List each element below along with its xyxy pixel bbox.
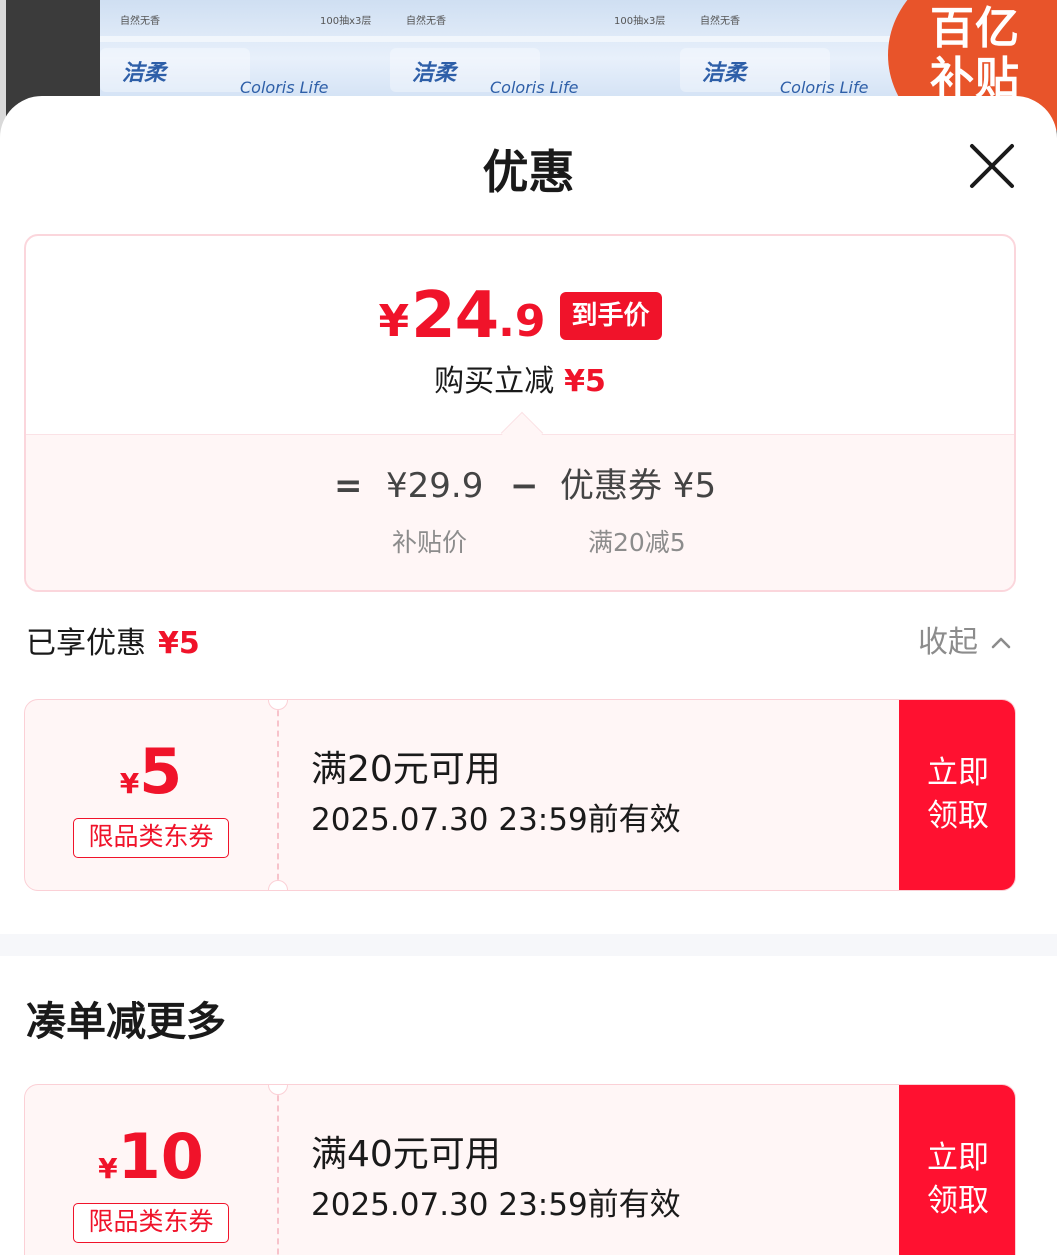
coupon-value-area: ¥5 限品类东券	[25, 700, 277, 890]
enjoyed-label: 已享优惠	[26, 626, 146, 661]
collapse-toggle[interactable]: 收起	[918, 622, 1014, 664]
brand-logo-text: 洁柔	[122, 61, 167, 86]
coupon-amount: ¥5	[25, 740, 277, 804]
coupon-dashed-divider	[277, 700, 279, 890]
sheet-title: 优惠	[482, 145, 575, 199]
equals-sign: =	[334, 466, 363, 506]
brand-sub-text: Coloris Life	[490, 78, 579, 97]
claim-label-line2: 领取	[927, 1183, 989, 1219]
coupon-currency: ¥	[98, 1152, 118, 1185]
section-title-more-discounts: 凑单减更多	[26, 999, 226, 1045]
pack-info-text: 100抽x3层	[614, 16, 666, 27]
coupon-condition-label: 满20减5	[588, 528, 686, 557]
brand-logo-text: 洁柔	[412, 61, 457, 86]
coupon-card: ¥5 限品类东券 满20元可用 2025.07.30 23:59前有效 立即领取	[24, 699, 1016, 891]
price-formula: = ¥29.9 − 优惠券 ¥5	[26, 464, 1014, 508]
coupon-value-area: ¥10 限品类东券	[25, 1085, 277, 1255]
pack-brand-text: 自然无香	[120, 16, 160, 27]
coupon-category-tag: 限品类东券	[73, 818, 229, 858]
reduce-amount: ¥5	[564, 364, 606, 399]
coupon-amount: ¥10	[25, 1125, 277, 1189]
coupon-card: ¥10 限品类东券 满40元可用 2025.07.30 23:59前有效 立即领…	[24, 1084, 1016, 1255]
chevron-up-icon	[991, 637, 1011, 649]
pack-brand-text: 自然无香	[406, 16, 446, 27]
coupon-discount: 优惠券 ¥5	[560, 466, 717, 506]
coupon-condition: 满40元可用	[311, 1134, 501, 1175]
base-price: ¥29.9	[386, 466, 484, 506]
brand-sub-text: Coloris Life	[780, 78, 869, 97]
base-price-label: 补贴价	[392, 528, 468, 557]
coupon-value: 5	[139, 735, 183, 808]
collapse-label: 收起	[918, 625, 978, 660]
price-breakdown	[26, 434, 1014, 590]
final-price-integer: 24	[411, 279, 499, 353]
brand-logo-text: 洁柔	[702, 61, 747, 86]
enjoyed-discount: 已享优惠 ¥5	[26, 624, 200, 664]
pack-brand-text: 自然无香	[700, 16, 740, 27]
section-divider	[0, 934, 1057, 956]
instant-reduce: 购买立减 ¥5	[26, 356, 1014, 400]
subsidy-badge-text: 百亿补贴	[930, 3, 1020, 104]
claim-label-line2: 领取	[927, 798, 989, 834]
final-price: ¥ 24 .9 到手价	[26, 284, 1014, 348]
brand-sub-text: Coloris Life	[240, 78, 329, 97]
coupon-validity: 2025.07.30 23:59前有效	[311, 1187, 681, 1223]
coupon-condition: 满20元可用	[311, 749, 501, 790]
coupon-currency: ¥	[119, 767, 140, 800]
formula-labels: 补贴价 满20减5	[26, 526, 1014, 560]
minus-sign: −	[510, 466, 539, 506]
currency-symbol: ¥	[378, 296, 410, 347]
claim-coupon-button[interactable]: 立即 领取	[899, 700, 1015, 890]
reduce-label: 购买立减	[434, 364, 555, 399]
coupon-info	[277, 700, 899, 890]
claim-label-line1: 立即	[927, 1140, 989, 1176]
discount-sheet: 优惠 ¥ 24 .9 到手价 购买立减 ¥5 = ¥29.9 − 优惠券 ¥5 补…	[0, 96, 1057, 1255]
price-summary-card: ¥ 24 .9 到手价 购买立减 ¥5 = ¥29.9 − 优惠券 ¥5 补贴价 …	[24, 234, 1016, 592]
coupon-validity: 2025.07.30 23:59前有效	[311, 802, 681, 838]
pack-info-text: 100抽x3层	[320, 16, 372, 27]
coupon-dashed-divider	[277, 1085, 279, 1255]
enjoyed-amount: ¥5	[158, 626, 200, 661]
coupon-value: 10	[117, 1120, 204, 1193]
close-button[interactable]	[962, 136, 1022, 196]
close-icon	[970, 144, 1014, 188]
coupon-category-tag: 限品类东券	[73, 1203, 229, 1243]
claim-coupon-button[interactable]: 立即 领取	[899, 1085, 1015, 1255]
final-price-decimal: .9	[498, 296, 546, 347]
claim-label-line1: 立即	[927, 755, 989, 791]
final-price-tag: 到手价	[559, 292, 662, 340]
